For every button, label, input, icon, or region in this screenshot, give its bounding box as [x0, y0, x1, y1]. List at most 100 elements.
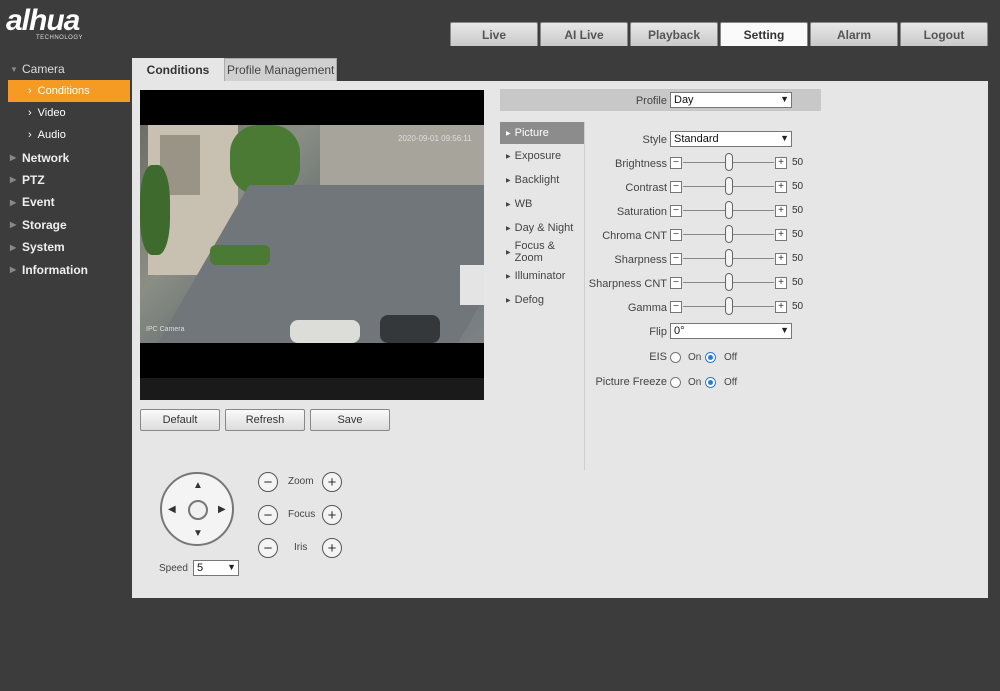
ptz-direction-pad[interactable]: ▲ ▼ ◀ ▶: [160, 472, 234, 546]
sidebar-item-information[interactable]: ▶ Information: [0, 258, 132, 280]
caret-right-icon: ▶: [506, 225, 511, 232]
freeze-on-label: On: [688, 377, 702, 388]
eis-on-radio[interactable]: [670, 352, 681, 363]
arrow-up-icon[interactable]: ▲: [193, 480, 203, 491]
slider-thumb[interactable]: [724, 153, 733, 171]
tab-label: Picture: [514, 127, 549, 139]
brand-logo: alhua: [6, 4, 80, 37]
slider-thumb[interactable]: [724, 225, 733, 243]
tab-setting[interactable]: Setting: [720, 22, 808, 46]
freeze-off-radio[interactable]: [705, 377, 716, 388]
default-button[interactable]: Default: [140, 409, 220, 431]
eis-off-radio[interactable]: [705, 352, 716, 363]
tab-profile-management[interactable]: Profile Management: [224, 58, 338, 81]
iris-close-button[interactable]: −: [258, 538, 278, 558]
caret-right-icon: ▶: [10, 242, 17, 252]
minus-icon: −: [263, 506, 273, 524]
freeze-on-radio[interactable]: [670, 377, 681, 388]
caret-right-icon: ▶: [10, 197, 17, 207]
sidebar-item-event[interactable]: ▶ Event: [0, 191, 132, 213]
flip-label: Flip: [649, 326, 667, 338]
minus-icon[interactable]: −: [670, 253, 682, 265]
brightness-slider[interactable]: − +: [670, 153, 788, 171]
flip-select[interactable]: 0° ▼: [670, 323, 792, 339]
slider-thumb[interactable]: [724, 273, 733, 291]
slider-thumb[interactable]: [724, 249, 733, 267]
style-select[interactable]: Standard ▼: [670, 131, 792, 147]
chevron-right-icon: ›: [28, 107, 32, 120]
brightness-value: 50: [792, 157, 804, 168]
zoom-in-button[interactable]: +: [322, 472, 342, 492]
focus-near-button[interactable]: −: [258, 505, 278, 525]
tab-conditions[interactable]: Conditions: [132, 58, 224, 81]
sidebar-item-label: Network: [22, 150, 70, 165]
tab-live[interactable]: Live: [450, 22, 538, 46]
plus-icon[interactable]: +: [775, 301, 787, 313]
sidebar-item-camera[interactable]: ▼ Camera: [0, 58, 132, 80]
gamma-slider[interactable]: − +: [670, 297, 788, 315]
osd-timestamp: 2020-09-01 09:56:11: [398, 134, 472, 143]
tab-alarm[interactable]: Alarm: [810, 22, 898, 46]
sidebar-item-label: Storage: [22, 217, 67, 232]
chroma-cnt-slider[interactable]: − +: [670, 225, 788, 243]
iris-open-button[interactable]: +: [322, 538, 342, 558]
caret-right-icon: ▶: [506, 177, 511, 184]
slider-thumb[interactable]: [724, 177, 733, 195]
profile-select[interactable]: Day ▼: [670, 92, 792, 108]
plus-icon[interactable]: +: [775, 181, 787, 193]
style-value: Standard: [674, 133, 719, 145]
minus-icon: −: [263, 473, 273, 491]
zoom-out-button[interactable]: −: [258, 472, 278, 492]
slider-thumb[interactable]: [724, 201, 733, 219]
focus-far-button[interactable]: +: [322, 505, 342, 525]
minus-icon[interactable]: −: [670, 229, 682, 241]
sharpness-cnt-slider[interactable]: − +: [670, 273, 788, 291]
tab-label: WB: [514, 198, 533, 210]
save-button[interactable]: Save: [310, 409, 390, 431]
minus-icon[interactable]: −: [670, 277, 682, 289]
minus-icon[interactable]: −: [670, 301, 682, 313]
sidebar-item-label: Conditions: [37, 85, 90, 98]
refresh-button[interactable]: Refresh: [225, 409, 305, 431]
profile-label: Profile: [635, 95, 667, 107]
camera-image: [140, 125, 484, 343]
tab-playback[interactable]: Playback: [630, 22, 718, 46]
sidebar-item-label: Information: [22, 262, 88, 277]
plus-icon[interactable]: +: [775, 205, 787, 217]
contrast-slider[interactable]: − +: [670, 177, 788, 195]
sidebar-item-storage[interactable]: ▶ Storage: [0, 214, 132, 236]
sidebar-item-ptz[interactable]: ▶ PTZ: [0, 169, 132, 191]
minus-icon[interactable]: −: [670, 205, 682, 217]
minus-icon: −: [263, 539, 273, 557]
contrast-label: Contrast: [625, 182, 667, 194]
tab-ai-live[interactable]: AI Live: [540, 22, 628, 46]
speed-select[interactable]: 5 ▼: [193, 560, 239, 576]
sharpness-slider[interactable]: − +: [670, 249, 788, 267]
plus-icon[interactable]: +: [775, 229, 787, 241]
sidebar-item-conditions[interactable]: › Conditions: [8, 80, 130, 103]
minus-icon[interactable]: −: [670, 181, 682, 193]
plus-icon: +: [327, 506, 337, 524]
sidebar-item-audio[interactable]: › Audio: [8, 124, 130, 146]
gamma-label: Gamma: [627, 302, 667, 314]
sidebar-item-system[interactable]: ▶ System: [0, 236, 132, 258]
arrow-left-icon[interactable]: ◀: [168, 504, 176, 515]
slider-thumb[interactable]: [724, 297, 733, 315]
arrow-right-icon[interactable]: ▶: [218, 504, 226, 515]
sidebar-item-label: Audio: [37, 129, 66, 142]
plus-icon[interactable]: +: [775, 157, 787, 169]
sidebar-item-label: System: [22, 240, 65, 255]
plus-icon[interactable]: +: [775, 253, 787, 265]
ptz-center-button[interactable]: [188, 500, 208, 520]
plus-icon[interactable]: +: [775, 277, 787, 289]
caret-right-icon: ▶: [506, 273, 511, 280]
minus-icon[interactable]: −: [670, 157, 682, 169]
sidebar-item-label: PTZ: [22, 172, 45, 187]
tab-logout[interactable]: Logout: [900, 22, 988, 46]
zoom-label: Zoom: [288, 476, 314, 487]
sidebar-item-network[interactable]: ▶ Network: [0, 146, 132, 168]
brightness-label: Brightness: [615, 158, 667, 170]
saturation-slider[interactable]: − +: [670, 201, 788, 219]
arrow-down-icon[interactable]: ▼: [193, 528, 203, 539]
sidebar-item-video[interactable]: › Video: [8, 102, 130, 124]
